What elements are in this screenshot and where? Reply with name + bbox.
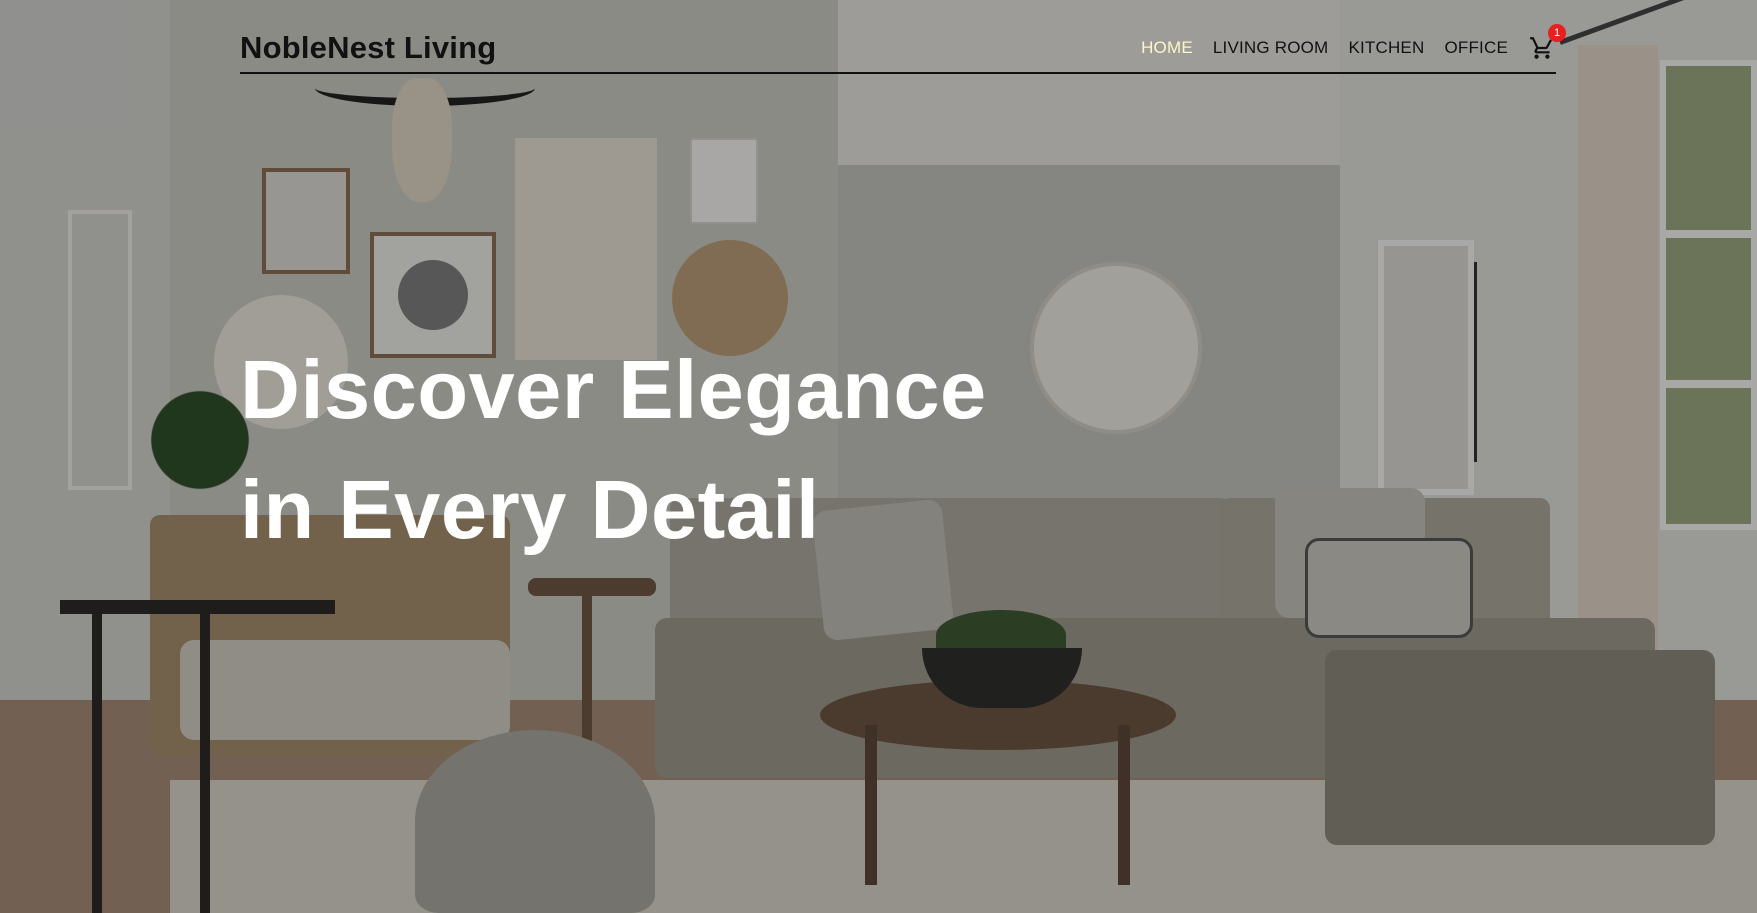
hero-headline: Discover Elegance in Every Detail: [240, 330, 987, 570]
hero-section: NobleNest Living HOME LIVING ROOM KITCHE…: [0, 0, 1757, 913]
nav-item-home[interactable]: HOME: [1141, 38, 1193, 58]
main-nav: HOME LIVING ROOM KITCHEN OFFICE 1: [1141, 23, 1566, 62]
nav-item-office[interactable]: OFFICE: [1444, 38, 1508, 58]
nav-item-kitchen[interactable]: KITCHEN: [1348, 38, 1424, 58]
hero-headline-line-2: in Every Detail: [240, 463, 820, 556]
hero-headline-line-1: Discover Elegance: [240, 343, 987, 436]
cart-count-badge: 1: [1548, 23, 1566, 42]
nav-item-living-room[interactable]: LIVING ROOM: [1213, 38, 1329, 58]
site-header: NobleNest Living HOME LIVING ROOM KITCHE…: [240, 23, 1566, 74]
site-logo[interactable]: NobleNest Living: [240, 30, 496, 66]
cart-button[interactable]: 1: [1528, 23, 1566, 62]
